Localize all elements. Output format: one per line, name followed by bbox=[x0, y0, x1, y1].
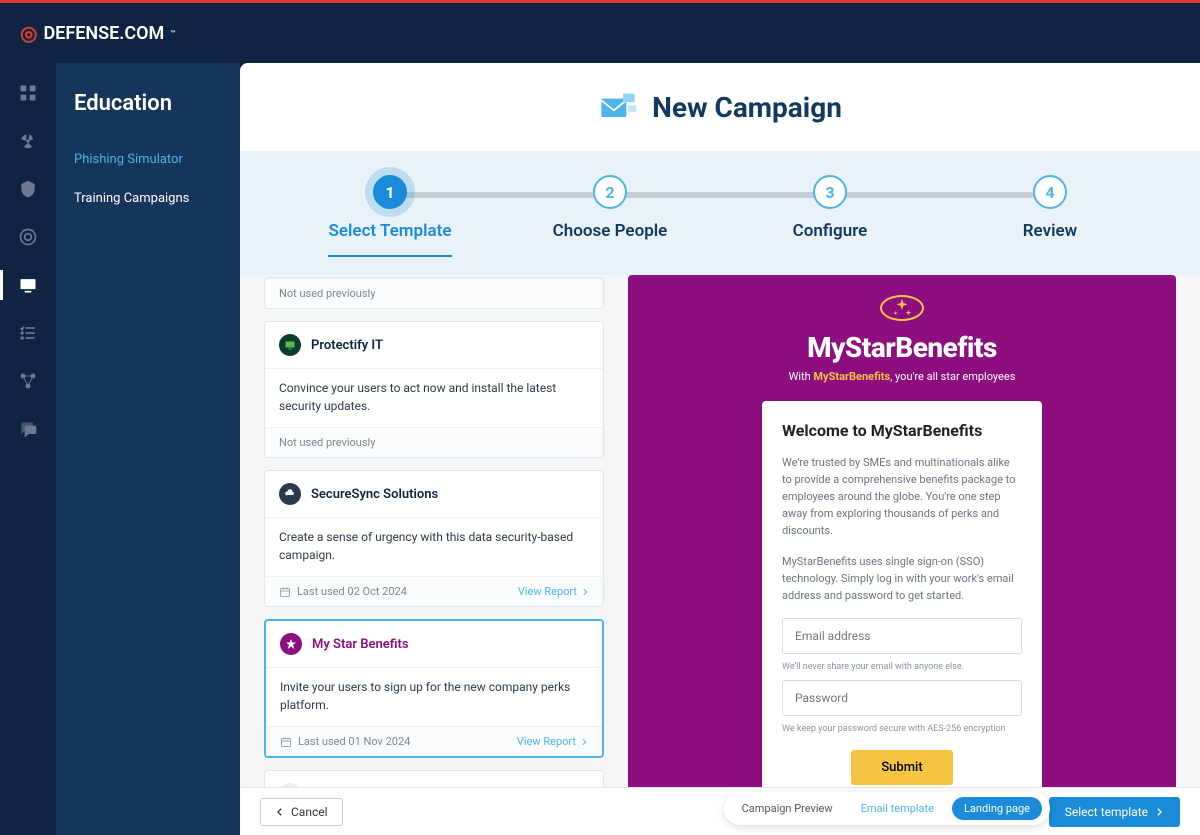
chevron-right-icon bbox=[580, 738, 588, 746]
network-icon[interactable] bbox=[18, 371, 38, 391]
calendar-icon bbox=[279, 586, 291, 598]
template-foot: Last used 01 Nov 2024 bbox=[298, 735, 410, 748]
template-card[interactable]: Protectify IT Convince your users to act … bbox=[264, 321, 604, 458]
form-p2: MyStarBenefits uses single sign-on (SSO)… bbox=[782, 553, 1022, 604]
select-label: Select template bbox=[1065, 805, 1148, 819]
header: ◎ DEFENSE.COM ™ bbox=[0, 3, 1200, 63]
preview-tabs: Campaign Preview Email template Landing … bbox=[724, 792, 1050, 825]
preview-tabs-label: Campaign Preview bbox=[732, 798, 843, 819]
education-icon[interactable] bbox=[18, 275, 38, 295]
email-field[interactable] bbox=[782, 618, 1022, 654]
template-preview: MyStarBenefits With MyStarBenefits, you'… bbox=[628, 275, 1176, 835]
template-desc: Create a sense of urgency with this data… bbox=[265, 517, 603, 576]
chat-icon[interactable] bbox=[18, 419, 38, 439]
step-configure[interactable]: 3 Configure bbox=[720, 175, 940, 257]
template-icon bbox=[279, 334, 301, 356]
logo-mark-icon: ◎ bbox=[20, 21, 37, 45]
step-label: Choose People bbox=[553, 221, 668, 241]
tab-landing-page[interactable]: Landing page bbox=[952, 797, 1042, 820]
form-p1: We're trusted by SMEs and multinationals… bbox=[782, 454, 1022, 539]
template-title: Protectify IT bbox=[311, 338, 383, 353]
form-welcome: Welcome to MyStarBenefits bbox=[782, 421, 1022, 440]
target-icon[interactable] bbox=[18, 227, 38, 247]
chevron-right-icon bbox=[581, 588, 589, 596]
password-field[interactable] bbox=[782, 680, 1022, 716]
logo[interactable]: ◎ DEFENSE.COM ™ bbox=[20, 21, 175, 45]
preview-form: Welcome to MyStarBenefits We're trusted … bbox=[762, 401, 1042, 835]
content-title: New Campaign bbox=[652, 91, 842, 124]
checklist-icon[interactable] bbox=[18, 323, 38, 343]
sidebar: Education Phishing Simulator Training Ca… bbox=[56, 63, 240, 835]
template-icon bbox=[280, 633, 302, 655]
template-card[interactable]: SecureSync Solutions Create a sense of ur… bbox=[264, 470, 604, 607]
step-number: 1 bbox=[373, 175, 407, 209]
content-header: New Campaign bbox=[240, 63, 1200, 151]
step-number: 3 bbox=[813, 175, 847, 209]
select-template-button[interactable]: Select template bbox=[1049, 797, 1180, 827]
dashboard-icon[interactable] bbox=[18, 83, 38, 103]
preview-tagline: With MyStarBenefits, you're all star emp… bbox=[789, 370, 1016, 383]
template-icon bbox=[279, 483, 301, 505]
tab-email-template[interactable]: Email template bbox=[849, 797, 946, 820]
stepper: 1 Select Template 2 Choose People 3 Conf… bbox=[240, 151, 1200, 275]
step-number: 2 bbox=[593, 175, 627, 209]
step-label: Review bbox=[1023, 221, 1077, 241]
email-hint: We'll never share your email with anyone… bbox=[782, 662, 1022, 672]
template-foot: Not used previously bbox=[279, 287, 375, 300]
chevron-right-icon bbox=[1154, 807, 1164, 817]
chevron-left-icon bbox=[275, 807, 285, 817]
submit-button[interactable]: Submit bbox=[851, 750, 952, 785]
template-foot: Not used previously bbox=[279, 436, 375, 449]
template-title: My Star Benefits bbox=[312, 637, 409, 652]
step-number: 4 bbox=[1033, 175, 1067, 209]
radiation-icon[interactable] bbox=[18, 131, 38, 151]
step-choose-people[interactable]: 2 Choose People bbox=[500, 175, 720, 257]
campaign-icon bbox=[598, 89, 638, 125]
password-hint: We keep your password secure with AES-25… bbox=[782, 724, 1022, 734]
sparkle-badge-icon bbox=[880, 295, 924, 321]
view-report-link[interactable]: View Report bbox=[518, 585, 589, 598]
template-desc: Invite your users to sign up for the new… bbox=[266, 667, 602, 726]
step-select-template[interactable]: 1 Select Template bbox=[280, 175, 500, 257]
brand-text: DEFENSE.COM bbox=[43, 23, 164, 44]
template-title: SecureSync Solutions bbox=[311, 487, 438, 502]
shield-icon[interactable] bbox=[18, 179, 38, 199]
cancel-button[interactable]: Cancel bbox=[260, 798, 343, 826]
template-card[interactable]: My Star Benefits Invite your users to sig… bbox=[264, 619, 604, 758]
nav-rail bbox=[0, 63, 56, 835]
sidebar-item-phishing[interactable]: Phishing Simulator bbox=[56, 140, 240, 179]
calendar-icon bbox=[280, 736, 292, 748]
view-report-link[interactable]: View Report bbox=[517, 735, 588, 748]
step-label: Select Template bbox=[328, 221, 451, 257]
template-card[interactable]: Not used previously bbox=[264, 277, 604, 309]
trademark: ™ bbox=[170, 29, 175, 38]
template-list[interactable]: Not used previously Protectify IT Convince… bbox=[264, 275, 604, 835]
template-desc: Convince your users to act now and insta… bbox=[265, 368, 603, 427]
footer: Cancel Select template bbox=[240, 787, 1200, 835]
step-label: Configure bbox=[793, 221, 868, 241]
sidebar-item-training[interactable]: Training Campaigns bbox=[56, 179, 240, 218]
page-title: Education bbox=[56, 91, 240, 140]
preview-brand: MyStarBenefits bbox=[807, 331, 997, 364]
cancel-label: Cancel bbox=[291, 805, 328, 819]
template-foot: Last used 02 Oct 2024 bbox=[297, 585, 407, 598]
main-content: New Campaign 1 Select Template 2 Choose … bbox=[240, 63, 1200, 835]
step-review[interactable]: 4 Review bbox=[940, 175, 1160, 257]
